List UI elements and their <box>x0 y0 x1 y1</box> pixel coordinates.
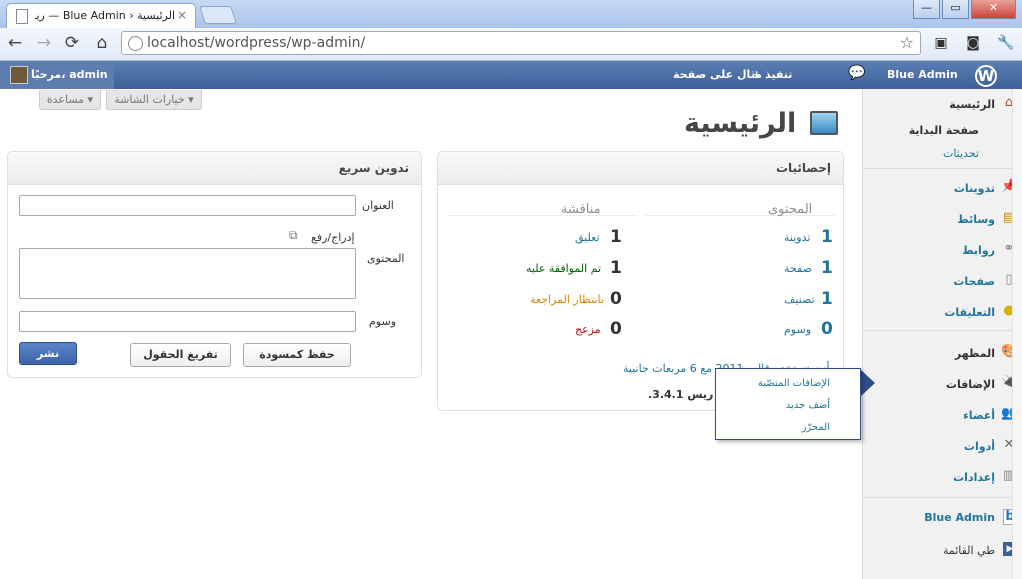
maximize-button[interactable]: ▭ <box>942 0 969 19</box>
howdy-text: مرحبًا، admin <box>31 68 108 81</box>
media-upload-icon[interactable]: ⧉ <box>289 228 298 243</box>
forward-icon[interactable]: → <box>34 33 54 53</box>
my-account-menu[interactable]: مرحبًا، admin <box>0 61 114 89</box>
content-label: المحتوى <box>367 252 405 265</box>
tab-close-icon[interactable]: × <box>177 8 187 22</box>
widget-header[interactable]: إحصائيات <box>438 152 843 185</box>
menu-media[interactable]: وسائط <box>957 213 995 226</box>
title-input[interactable] <box>19 195 356 216</box>
flyout-pointer <box>861 370 875 396</box>
menu-tools[interactable]: أدوات <box>964 440 995 453</box>
widget-title: إحصائيات <box>775 161 831 175</box>
speech-bubble-icon[interactable]: 💬 <box>848 65 865 81</box>
wp-admin-bar: مرحبًا، admin مثال على صفحة + تنفيذ 💬 Bl… <box>0 61 1022 89</box>
page-title: الرئيسية <box>684 108 797 139</box>
help-button[interactable]: مساعدة ▾ <box>39 90 101 110</box>
version-info: .3.4.1 ريس <box>648 388 714 401</box>
submenu-updates[interactable]: تحديثات <box>943 147 979 160</box>
tags-label[interactable]: وسوم <box>784 323 811 336</box>
menu-links[interactable]: روابط <box>962 244 995 257</box>
publish-button[interactable]: نشر <box>19 342 77 365</box>
flyout-installed-plugins[interactable]: الإضافات المنصّبة <box>758 378 830 389</box>
pending-label[interactable]: بانتظار المراجعة <box>530 293 604 306</box>
menu-pages[interactable]: صفحات <box>953 275 995 288</box>
menu-comments[interactable]: التعليقات <box>944 306 995 319</box>
page-favicon-icon <box>16 9 28 24</box>
screen-options-button[interactable]: خيارات الشاشة ▾ <box>106 90 202 110</box>
content-column-header: المحتوى <box>768 202 813 217</box>
close-window-button[interactable]: ✕ <box>971 0 1016 19</box>
tab-title: الرئيسية ‹ Blue Admin — ريس <box>35 9 175 22</box>
categories-label[interactable]: تصنيف <box>784 293 815 306</box>
dashboard-monitor-icon <box>810 111 838 135</box>
approved-label[interactable]: تم الموافقة عليه <box>526 262 601 275</box>
reset-button[interactable]: تفريغ الحقول <box>130 343 231 367</box>
page-info-icon[interactable] <box>128 36 143 51</box>
spam-label[interactable]: مزعج <box>575 323 601 336</box>
menu-users[interactable]: أعضاء <box>963 409 995 422</box>
menu-plugins[interactable]: الإضافات <box>946 378 995 391</box>
title-label: العنوان <box>362 199 394 212</box>
reload-icon[interactable]: ⟳ <box>62 33 82 53</box>
flyout-add-new[interactable]: أضف جديد <box>786 400 830 411</box>
posts-label[interactable]: تدوينة <box>784 231 810 244</box>
widget-title: تدوين سريع <box>338 161 409 175</box>
site-name-menu[interactable]: Blue Admin <box>887 68 958 81</box>
spam-count[interactable]: 0 <box>610 319 622 339</box>
browser-tab[interactable]: الرئيسية ‹ Blue Admin — ريس × <box>6 3 196 28</box>
back-icon[interactable]: ← <box>5 33 25 53</box>
submenu-home[interactable]: صفحة البداية <box>909 124 979 137</box>
menu-settings[interactable]: إعدادات <box>953 471 995 484</box>
menu-posts[interactable]: تدوينات <box>954 182 995 195</box>
plugins-flyout-menu: الإضافات المنصّبة أضف جديد المحرّر <box>715 368 861 440</box>
comments-label[interactable]: تعليق <box>575 231 600 244</box>
menu-blue-admin[interactable]: Blue Admin <box>924 511 995 524</box>
admin-sidebar: ⌂ الرئيسية صفحة البداية تحديثات 📌 تدوينا… <box>862 89 1022 579</box>
tags-field-label: وسوم <box>369 315 397 328</box>
quick-press-widget: تدوين سريع العنوان إدراج/رفع ⧉ المحتوى و… <box>7 151 422 378</box>
extension-icon[interactable]: ▣ <box>932 34 950 52</box>
minimize-button[interactable]: — <box>913 0 940 19</box>
menu-dashboard[interactable]: الرئيسية <box>949 98 995 111</box>
address-bar[interactable]: localhost/wordpress/wp-admin/ ☆ <box>121 31 921 55</box>
pending-count[interactable]: 0 <box>610 289 622 309</box>
new-content-menu[interactable]: + تنفيذ <box>752 68 792 81</box>
page-scrollbar[interactable] <box>1012 89 1022 579</box>
new-content-sub[interactable]: مثال على صفحة <box>673 68 762 81</box>
categories-count[interactable]: 1 <box>821 289 833 309</box>
menu-appearance[interactable]: المظهر <box>955 347 995 360</box>
wordpress-logo-icon[interactable]: W <box>975 65 997 87</box>
upload-label[interactable]: إدراج/رفع <box>311 231 355 244</box>
collapse-menu[interactable]: طي القائمة <box>943 544 995 557</box>
browser-tabstrip: الرئيسية ‹ Blue Admin — ريس × — ▭ ✕ <box>0 0 1022 28</box>
home-icon[interactable]: ⌂ <box>92 33 112 53</box>
pages-count[interactable]: 1 <box>821 258 833 278</box>
widget-header[interactable]: تدوين سريع <box>8 152 421 185</box>
evernote-icon[interactable]: ◙ <box>964 34 982 52</box>
save-draft-button[interactable]: حفظ كمسودة <box>243 343 351 367</box>
new-tab-button[interactable] <box>199 6 237 24</box>
pages-label[interactable]: صفحة <box>784 262 812 275</box>
avatar <box>10 66 28 84</box>
wrench-icon[interactable]: 🔧 <box>997 34 1015 52</box>
comments-count[interactable]: 1 <box>610 227 622 247</box>
flyout-editor[interactable]: المحرّر <box>802 422 830 433</box>
browser-toolbar: ← → ⟳ ⌂ localhost/wordpress/wp-admin/ ☆ … <box>0 28 1022 61</box>
discussion-column-header: مناقشة <box>561 202 601 217</box>
approved-count[interactable]: 1 <box>610 258 622 278</box>
content-textarea[interactable] <box>19 248 356 299</box>
tags-input[interactable] <box>19 311 356 332</box>
bookmark-star-icon[interactable]: ☆ <box>900 33 914 52</box>
posts-count[interactable]: 1 <box>821 227 833 247</box>
tags-count[interactable]: 0 <box>821 319 833 339</box>
window-controls: — ▭ ✕ <box>913 0 1016 20</box>
url-text: localhost/wordpress/wp-admin/ <box>147 35 366 51</box>
